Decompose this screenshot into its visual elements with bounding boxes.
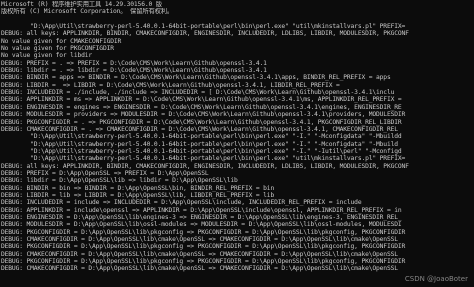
console-line: DEBUG: PKGCONFIGDIR = D:\App\OpenSSL\lib… bbox=[1, 243, 406, 251]
console-line: DEBUG: BINDIR = apps => BINDIR = D:\Code… bbox=[1, 74, 391, 82]
console-line: DEBUG: LIBDIR = lib => LIBDIR = D:\App\O… bbox=[1, 191, 275, 199]
console-line: DEBUG: INCLUDEDIR = ./include, ./include… bbox=[1, 89, 395, 97]
console-line: No value given for PKGCONFIGDIR bbox=[1, 45, 114, 53]
console-line: DEBUG: BINDIR = bin => BINDIR = D:\App\O… bbox=[1, 184, 275, 192]
console-line: DEBUG: LIBDIR = => LIBDIR = D:\Code\CMS\… bbox=[1, 81, 340, 89]
console-line: DEBUG: PKGCONFIGDIR = D:\App\OpenSSL\lib… bbox=[1, 228, 406, 236]
console-line: Microsoft (R) 程序维护实用工具 14.29.30156.0 版 bbox=[1, 1, 162, 8]
console-line: "D:\App\Util\strawberry-perl-5.40.0.1-64… bbox=[1, 140, 398, 148]
console-line: DEBUG: all keys: APPLINKDIR, BINDIR, CMA… bbox=[1, 30, 409, 38]
console-line: DEBUG: PREFIX = . => PREFIX = D:\Code\CM… bbox=[1, 59, 267, 67]
console-line: DEBUG: APPLINKDIR = ms => APPLINKDIR = D… bbox=[1, 96, 402, 104]
console-line: DEBUG: all keys: APPLINKDIR, BINDIR, CMA… bbox=[1, 162, 409, 170]
console-line: DEBUG: CMAKECONFIGDIR = D:\App\OpenSSL\l… bbox=[1, 236, 398, 243]
console-line: No value given for libdir bbox=[1, 52, 93, 60]
console-window[interactable]: Microsoft (R) 程序维护实用工具 14.29.30156.0 版 版… bbox=[0, 0, 474, 287]
console-line: DEBUG: CMAKECONFIGDIR = . => CMAKECONFIG… bbox=[1, 125, 398, 133]
console-line: DEBUG: PREFIX = D:\App\OpenSSL => PREFIX… bbox=[1, 169, 209, 177]
console-line: DEBUG: libdir = D:\App\OpenSSL\lib => li… bbox=[1, 177, 238, 185]
watermark: CSDN @JoaoBoter bbox=[404, 275, 468, 283]
console-line: DEBUG: PKGCONFIGDIR = D:\App\OpenSSL\lib… bbox=[1, 258, 406, 266]
console-line: "D:\App\Util\strawberry-perl-5.40.0.1-64… bbox=[1, 155, 406, 163]
console-line: 版权所有 (C) Microsoft Corporation。 保留所有权利。 bbox=[1, 8, 174, 16]
console-line: DEBUG: ENGINESDIR = engines => ENGINESDI… bbox=[1, 103, 402, 111]
console-line: "D:\App\Util\strawberry-perl-5.40.0.1-64… bbox=[1, 133, 402, 141]
console-line: DEBUG: PKGCONFIGDIR = . => PKGCONFIGDIR … bbox=[1, 118, 402, 126]
console-line: DEBUG: CMAKECONFIGDIR = D:\App\OpenSSL\l… bbox=[1, 265, 398, 273]
console-line: DEBUG: ENGINESDIR = D:\App\OpenSSL\lib\e… bbox=[1, 213, 402, 221]
console-line: DEBUG: CMAKECONFIGDIR = D:\App\OpenSSL\l… bbox=[1, 250, 398, 258]
console-line: DEBUG: libdir = . => libdir = D:\Code\CM… bbox=[1, 67, 267, 75]
console-line: DEBUG: MODULESDIR = D:\App\OpenSSL\lib\o… bbox=[1, 221, 402, 229]
console-line: "D:\App\Util\strawberry-perl-5.40.0.1-64… bbox=[1, 23, 406, 31]
console-line: No value given for CMAKECONFIGDIR bbox=[1, 37, 122, 45]
console-line: DEBUG: INCLUDEDIR = include => INCLUDEDI… bbox=[1, 199, 362, 207]
console-output: Microsoft (R) 程序维护实用工具 14.29.30156.0 版 版… bbox=[1, 1, 474, 273]
console-line: DEBUG: MODULESDIR = providers => MODULES… bbox=[1, 111, 406, 119]
console-line: DEBUG: APPLINKDIR = include\openssl => A… bbox=[1, 206, 402, 214]
console-line: "D:\App\Util\strawberry-perl-5.40.0.1-64… bbox=[1, 147, 402, 155]
